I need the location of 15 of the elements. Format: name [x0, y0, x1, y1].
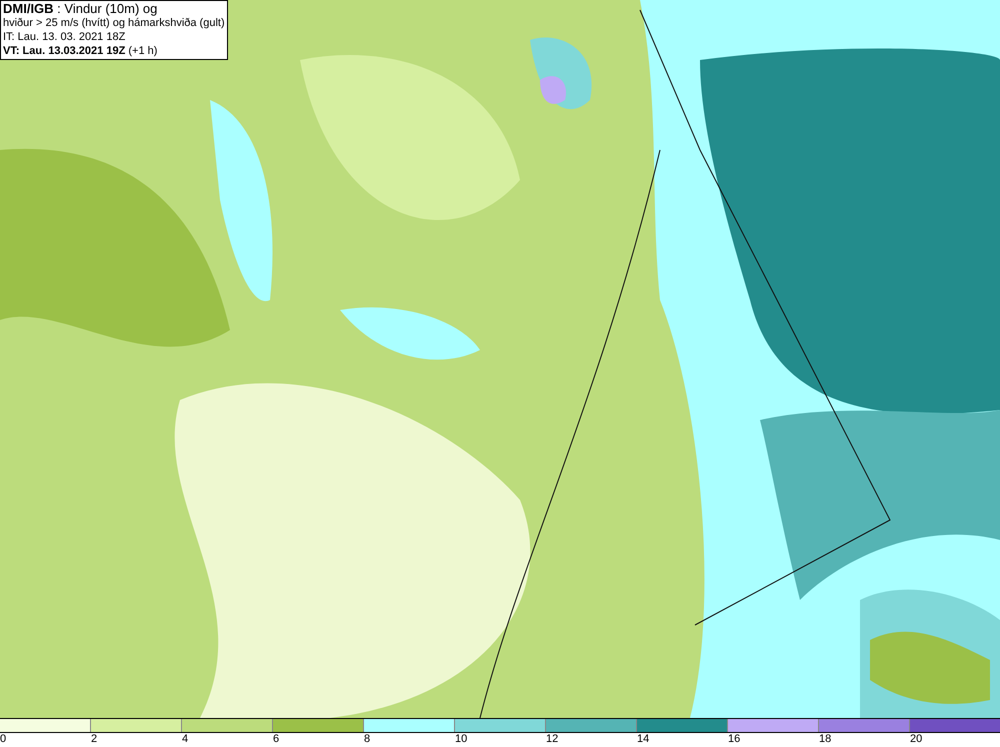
legend-label: 14: [637, 733, 650, 746]
header-line: DMI/IGB : Vindur (10m) og: [3, 2, 158, 16]
legend-label: 4: [182, 733, 188, 746]
legend-label: 0: [0, 733, 6, 746]
legend-label: 12: [546, 733, 558, 746]
legend-label: 2: [91, 733, 98, 746]
header-line: IT: Lau. 13. 03. 2021 18Z: [3, 30, 126, 44]
legend-label: 18: [819, 733, 832, 746]
legend-label: 10: [455, 733, 468, 746]
legend-label: 20: [910, 733, 922, 746]
legend-label: 16: [728, 733, 740, 746]
header-line: hviður > 25 m/s (hvítt) og hámarkshviða (gult): [3, 16, 225, 30]
legend-label: 6: [273, 733, 280, 746]
legend-label: 8: [364, 733, 370, 746]
header-line: VT: Lau. 13.03.2021 19Z (+1 h): [3, 44, 158, 58]
